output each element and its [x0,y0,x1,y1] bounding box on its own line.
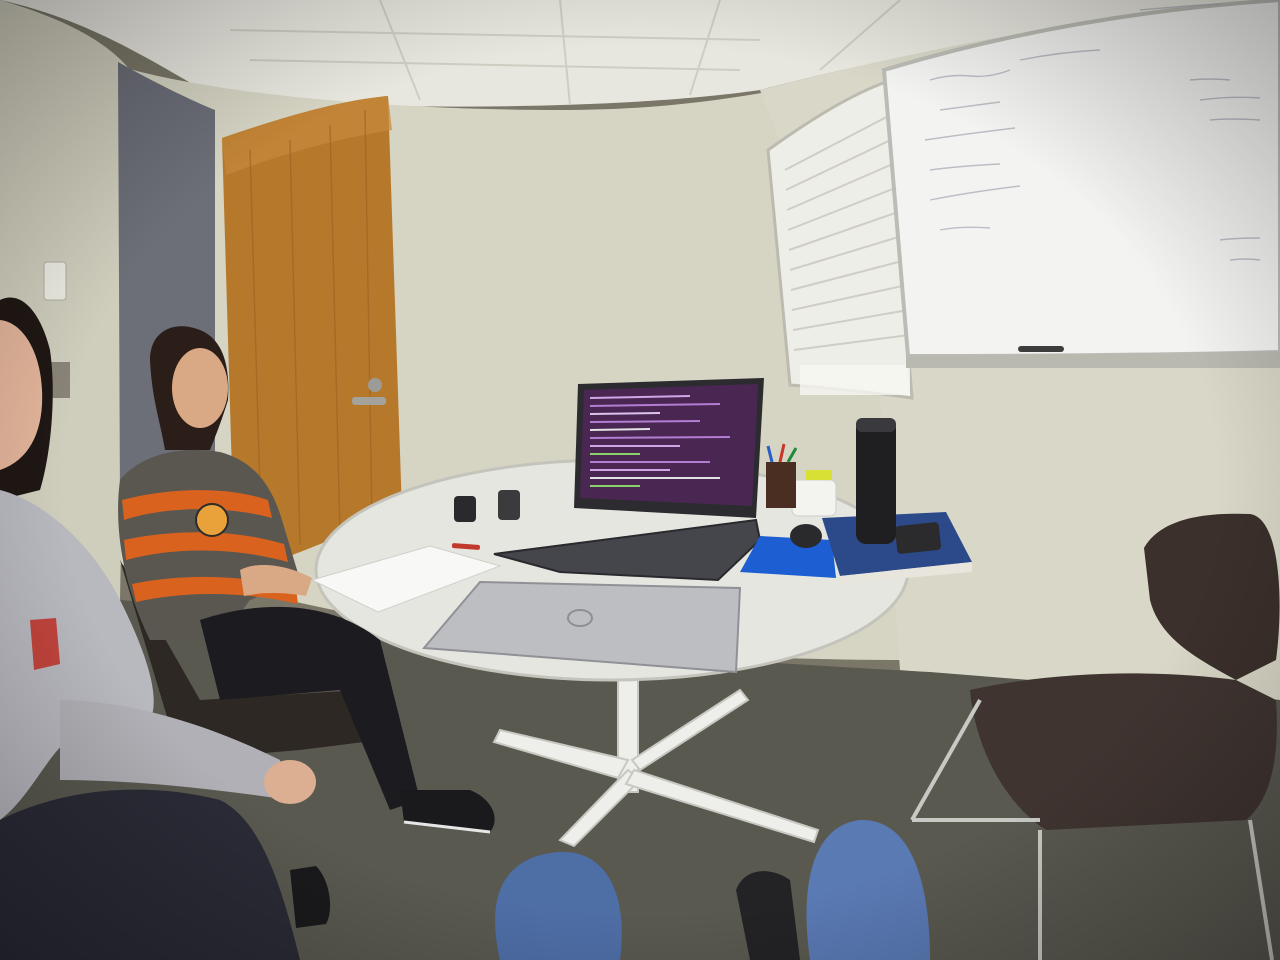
conference-room-photo [0,0,1280,960]
room-illustration [0,0,1280,960]
lens-vignette [0,0,1280,960]
